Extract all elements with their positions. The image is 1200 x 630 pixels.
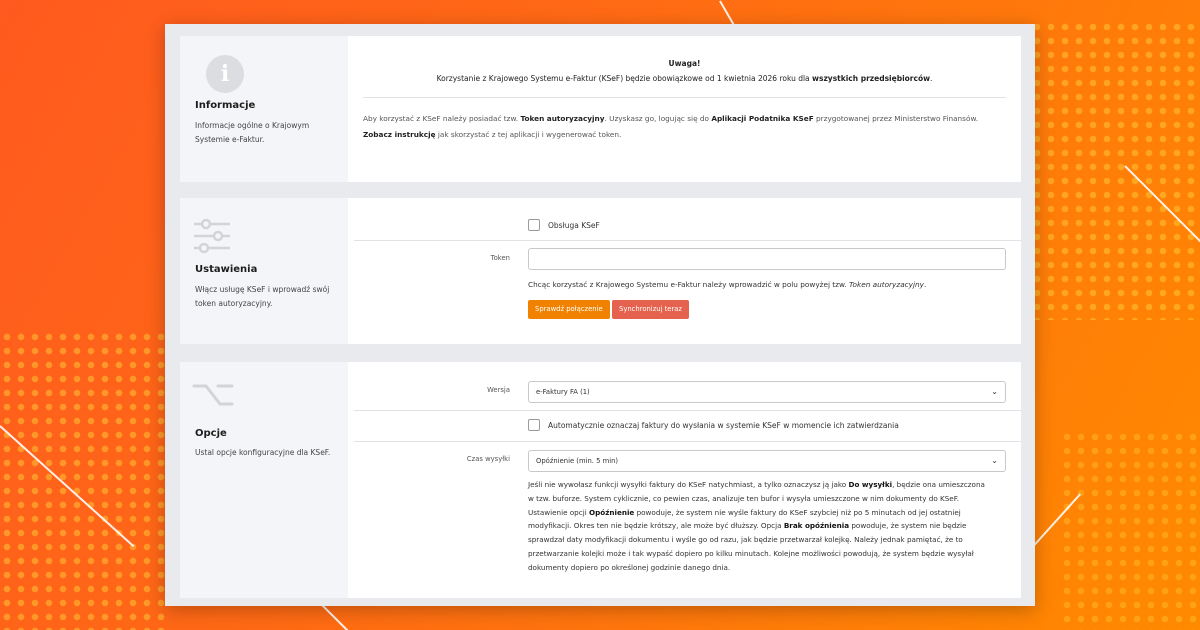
- desc-bold-2: Opóźnienie: [589, 507, 635, 517]
- options-sidebar: Opcje Ustal opcje konfiguracyjne dla KSe…: [180, 362, 348, 598]
- options-main: Wersja e-Faktury FA (1) ⌄ Automatycznie …: [348, 362, 1021, 598]
- version-label: Wersja: [487, 386, 510, 394]
- ksef-checkbox[interactable]: [528, 219, 540, 231]
- divider: [354, 410, 1021, 411]
- settings-card: Ustawienia Włącz usługę KSeF i wprowadź …: [180, 198, 1021, 344]
- options-card: Opcje Ustal opcje konfiguracyjne dla KSe…: [180, 362, 1021, 598]
- switch-icon: [192, 384, 234, 406]
- dot-pattern-right: [1030, 20, 1200, 320]
- para-text-4: jak skorzystać z tej aplikacji i wygener…: [437, 130, 622, 139]
- settings-main: Obsługa KSeF Token Chcąc korzystać z Kra…: [348, 198, 1021, 344]
- token-bold: Token autoryzacyjny: [520, 114, 605, 123]
- notice-text: Korzystanie z Krajowego Systemu e-Faktur…: [436, 74, 810, 83]
- send-time-select-value: Opóźnienie (min. 5 min): [536, 457, 619, 465]
- auto-mark-checkbox[interactable]: [528, 419, 540, 431]
- hint-end: .: [923, 280, 927, 289]
- info-description: Informacje ogólne o Krajowym Systemie e-…: [195, 121, 310, 144]
- auto-mark-checkbox-label: Automatycznie oznaczaj faktury do wysłan…: [548, 421, 899, 430]
- ksef-settings-panel: i Informacje Informacje ogólne o Krajowy…: [165, 24, 1035, 606]
- divider: [354, 441, 1021, 442]
- info-title: Informacje: [195, 100, 256, 111]
- notice-box: Uwaga! Korzystanie z Krajowego Systemu e…: [348, 56, 1021, 86]
- check-connection-button[interactable]: Sprawdź połączenie: [528, 300, 610, 319]
- dot-pattern-bottom-right: [1060, 430, 1200, 630]
- desc-text-1: Jeśli nie wywołasz funkcji wysyłki faktu…: [528, 480, 847, 489]
- para-text-2: . Uzyskasz go, logując się do: [604, 114, 709, 123]
- decor-line: [319, 602, 357, 630]
- instruction-link[interactable]: Zobacz instrukcję: [363, 130, 436, 139]
- token-info-paragraph: Aby korzystać z KSeF należy posiadać tzw…: [363, 111, 1003, 143]
- notice-end: .: [930, 74, 933, 83]
- version-select[interactable]: e-Faktury FA (1) ⌄: [528, 381, 1006, 403]
- para-text-1: Aby korzystać z KSeF należy posiadać tzw…: [363, 114, 519, 123]
- send-time-description: Jeśli nie wywołasz funkcji wysyłki faktu…: [528, 478, 988, 575]
- dot-pattern-left: [0, 330, 170, 630]
- info-icon: i: [206, 55, 244, 93]
- ksef-checkbox-label: Obsługa KSeF: [548, 221, 600, 230]
- token-input[interactable]: [528, 248, 1006, 270]
- settings-description: Włącz usługę KSeF i wprowadź swój token …: [195, 285, 330, 308]
- divider: [363, 97, 1006, 98]
- hint-italic: Token autoryzacyjny: [848, 280, 924, 289]
- app-link[interactable]: Aplikacji Podatnika KSeF: [711, 114, 813, 123]
- divider: [354, 240, 1021, 241]
- token-hint: Chcąc korzystać z Krajowego Systemu e-Fa…: [528, 280, 926, 289]
- notice-title: Uwaga!: [668, 59, 701, 68]
- desc-bold-3: Brak opóźnienia: [783, 521, 850, 531]
- settings-title: Ustawienia: [195, 264, 258, 275]
- chevron-down-icon: ⌄: [991, 387, 998, 396]
- send-time-select[interactable]: Opóźnienie (min. 5 min) ⌄: [528, 450, 1006, 472]
- info-sidebar: i Informacje Informacje ogólne o Krajowy…: [180, 36, 348, 182]
- send-time-label: Czas wysyłki: [466, 455, 510, 463]
- sync-now-button[interactable]: Synchronizuj teraz: [612, 300, 689, 319]
- info-card: i Informacje Informacje ogólne o Krajowy…: [180, 36, 1021, 182]
- chevron-down-icon: ⌄: [991, 456, 998, 465]
- para-text-3: przygotowanej przez Ministerstwo Finansó…: [816, 114, 979, 123]
- notice-bold: wszystkich przedsiębiorców: [812, 74, 931, 83]
- options-title: Opcje: [195, 428, 227, 439]
- sliders-icon: [194, 218, 230, 254]
- settings-sidebar: Ustawienia Włącz usługę KSeF i wprowadź …: [180, 198, 348, 344]
- hint-text: Chcąc korzystać z Krajowego Systemu e-Fa…: [528, 280, 847, 289]
- version-select-value: e-Faktury FA (1): [536, 388, 590, 396]
- options-description: Ustal opcje konfiguracyjne dla KSeF.: [195, 448, 331, 457]
- desc-bold-1: Do wysyłki: [848, 480, 893, 489]
- info-main: Uwaga! Korzystanie z Krajowego Systemu e…: [348, 36, 1021, 182]
- token-label: Token: [490, 254, 510, 262]
